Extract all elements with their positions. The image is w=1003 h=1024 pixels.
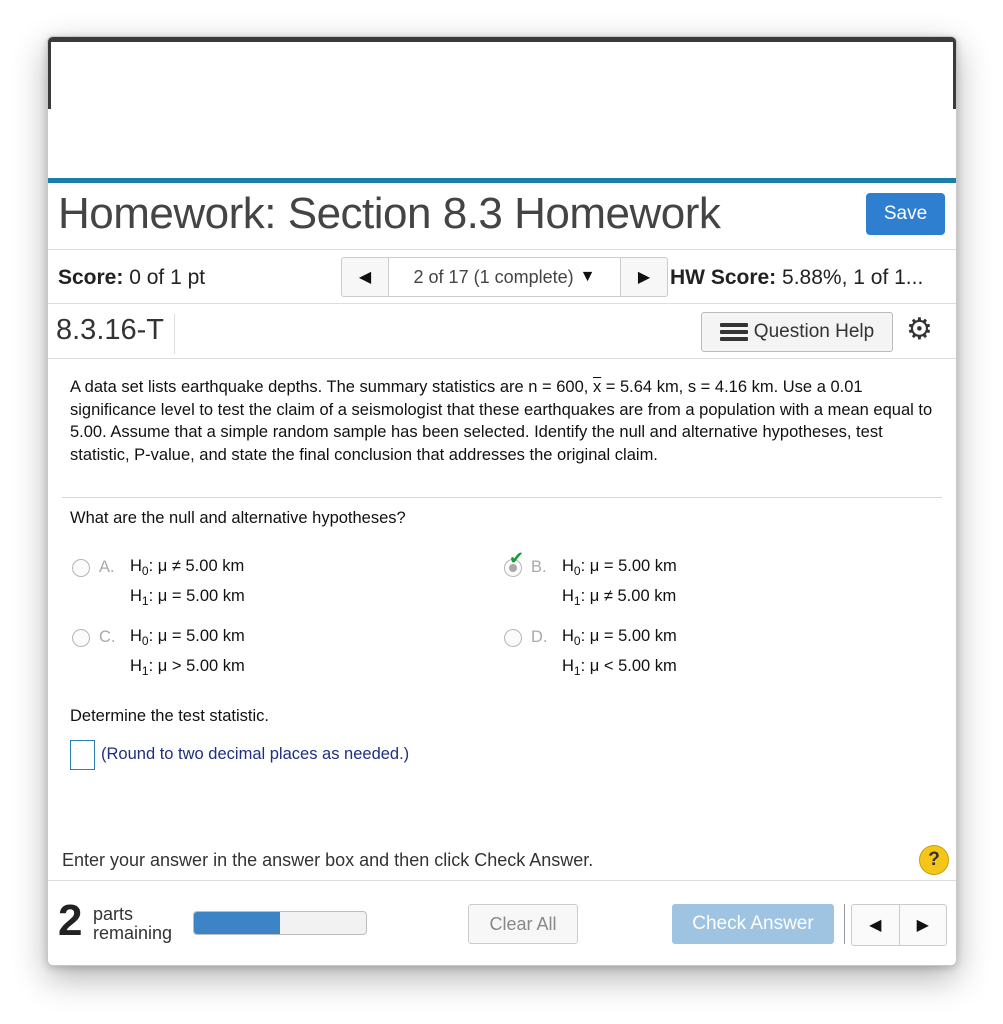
footer-previous-button[interactable]: ◀	[852, 905, 900, 945]
option-b-h0: H0: μ = 5.00 km	[562, 557, 677, 578]
save-button[interactable]: Save	[866, 193, 945, 235]
option-c-letter: C.	[99, 628, 116, 646]
hw-score-display: HW Score: 5.88%, 1 of 1...	[670, 266, 923, 290]
option-a-letter: A.	[99, 558, 115, 576]
window-right-border	[953, 37, 956, 109]
parts-remaining-count: 2	[58, 896, 83, 945]
question-id: 8.3.16-T	[56, 314, 175, 354]
hypotheses-prompt: What are the null and alternative hypoth…	[70, 509, 406, 527]
xbar-symbol: x	[592, 378, 602, 396]
question-help-button[interactable]: Question Help	[701, 312, 893, 352]
title-row: Homework: Section 8.3 Homework Save	[48, 183, 956, 250]
parts-label-line2: remaining	[93, 923, 173, 943]
caret-down-icon: ▼	[579, 268, 596, 285]
score-value: 0 of 1 pt	[129, 266, 206, 289]
footer-next-button[interactable]: ▶	[900, 905, 947, 945]
question-text: A data set lists earthquake depths. The …	[70, 376, 940, 466]
check-answer-button[interactable]: Check Answer	[672, 904, 834, 944]
round-hint: (Round to two decimal places as needed.)	[101, 745, 410, 763]
footer-navigator: ◀ ▶	[851, 904, 947, 946]
page-title: Homework: Section 8.3 Homework	[58, 189, 721, 238]
option-d-radio[interactable]	[504, 629, 522, 647]
previous-question-button[interactable]: ◀	[342, 258, 389, 296]
question-text-part1: A data set lists earthquake depths. The …	[70, 378, 593, 396]
hw-score-value: 5.88%, 1 of 1...	[782, 266, 924, 289]
next-question-button[interactable]: ▶	[620, 258, 667, 296]
window-top-border	[48, 37, 956, 42]
list-icon	[719, 323, 748, 341]
question-help-label: Question Help	[753, 321, 875, 342]
gear-icon[interactable]: ⚙	[906, 315, 933, 345]
instruction-text: Enter your answer in the answer box and …	[62, 850, 594, 870]
parts-progress-bar	[193, 911, 367, 935]
clear-all-button[interactable]: Clear All	[468, 904, 578, 944]
score-label: Score:	[58, 266, 124, 289]
window-left-border	[48, 37, 51, 109]
option-a-h0: H0: μ ≠ 5.00 km	[130, 557, 245, 578]
option-b-h1: H1: μ ≠ 5.00 km	[562, 587, 677, 608]
question-navigator: ◀ 2 of 17 (1 complete) ▼ ▶	[341, 257, 668, 297]
score-row: Score: 0 of 1 pt ◀ 2 of 17 (1 complete) …	[48, 250, 956, 304]
option-d-h1: H1: μ < 5.00 km	[562, 657, 677, 678]
question-divider	[62, 497, 942, 498]
option-b-letter: B.	[531, 558, 547, 576]
option-d-h0: H0: μ = 5.00 km	[562, 627, 677, 648]
hw-score-label: HW Score:	[670, 266, 777, 289]
parts-remaining-label: parts remaining	[93, 905, 172, 943]
option-c-radio[interactable]	[72, 629, 90, 647]
homework-window: Homework: Section 8.3 Homework Save Scor…	[47, 36, 957, 966]
test-statistic-prompt: Determine the test statistic.	[70, 707, 269, 725]
help-circle-icon[interactable]: ?	[919, 845, 949, 875]
footer-bar: 2 parts remaining Clear All Check Answer…	[48, 880, 956, 965]
question-id-row: 8.3.16-T Question Help ⚙	[48, 304, 956, 359]
triangle-left-icon: ◀	[358, 269, 372, 286]
option-a-h1: H1: μ = 5.00 km	[130, 587, 245, 608]
test-statistic-input[interactable]	[70, 740, 95, 770]
score-display: Score: 0 of 1 pt	[58, 266, 205, 290]
option-c-h1: H1: μ > 5.00 km	[130, 657, 245, 678]
triangle-left-icon: ◀	[869, 917, 882, 934]
triangle-right-icon: ▶	[637, 269, 651, 286]
option-d-letter: D.	[531, 628, 548, 646]
parts-label-line1: parts	[93, 904, 134, 924]
triangle-right-icon: ▶	[916, 917, 929, 934]
question-position: 2 of 17 (1 complete)	[413, 266, 574, 287]
footer-separator	[844, 904, 845, 944]
option-a-radio[interactable]	[72, 559, 90, 577]
check-mark-icon: ✔	[509, 548, 525, 568]
option-c-h0: H0: μ = 5.00 km	[130, 627, 245, 648]
progress-fill	[194, 912, 280, 934]
question-select-dropdown[interactable]: 2 of 17 (1 complete) ▼	[389, 258, 620, 296]
